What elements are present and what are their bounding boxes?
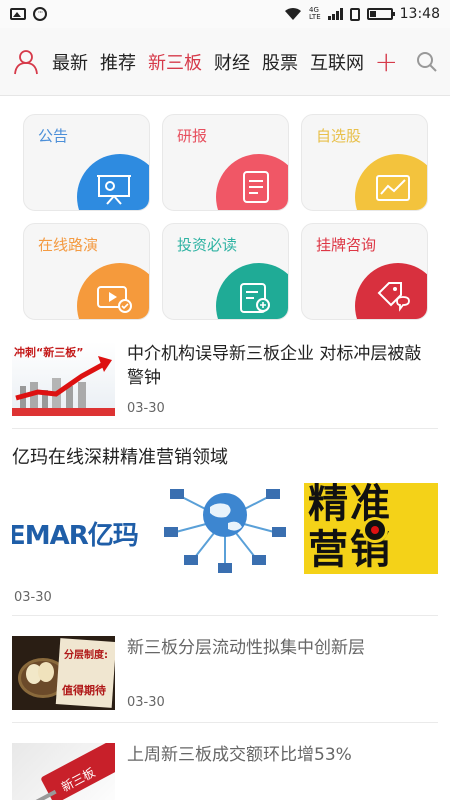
presentation-icon bbox=[97, 175, 131, 205]
wifi-icon bbox=[285, 7, 301, 20]
research-reports-card[interactable]: 研报 bbox=[162, 114, 289, 211]
news-item[interactable]: 新三板 上周新三板成交额环比增53% 03-29 bbox=[12, 723, 438, 800]
user-icon bbox=[14, 49, 38, 74]
card-label: 公告 bbox=[38, 127, 69, 145]
investment-guide-card[interactable]: 投资必读 bbox=[162, 223, 289, 320]
tab-latest[interactable]: 最新 bbox=[52, 49, 88, 75]
news-image-row: EMAR亿玛 精准 营销 bbox=[12, 483, 438, 574]
top-nav: 最新 推荐 新三板 财经 股票 互联网 + bbox=[0, 28, 450, 96]
search-icon[interactable] bbox=[416, 51, 438, 73]
news-item[interactable]: 冲刺“新三板” 中介机构误导新三板企业 对标冲层被敲警钟 03-30 bbox=[12, 328, 438, 429]
plus-icon[interactable]: + bbox=[375, 47, 398, 76]
chart-icon bbox=[376, 175, 410, 201]
news-item[interactable]: 分层制度: 值得期待 新三板分层流动性拟集中创新层 03-30 bbox=[12, 616, 438, 723]
signal-icon bbox=[327, 8, 343, 20]
tab-internet[interactable]: 互联网 bbox=[310, 49, 364, 75]
news-image: EMAR亿玛 bbox=[12, 483, 146, 574]
news-title: 新三板分层流动性拟集中创新层 bbox=[127, 638, 365, 658]
news-thumbnail: 新三板 bbox=[12, 743, 115, 800]
news-thumbnail: 冲刺“新三板” bbox=[12, 342, 115, 416]
online-roadshow-card[interactable]: 在线路演 bbox=[23, 223, 150, 320]
message-notification-icon: ··· bbox=[33, 7, 47, 21]
news-date: 03-30 bbox=[127, 695, 165, 710]
video-icon bbox=[97, 286, 132, 313]
card-label: 研报 bbox=[177, 127, 208, 145]
news-image: 精准 营销 bbox=[304, 483, 438, 574]
card-label: 在线路演 bbox=[38, 236, 99, 254]
battery-icon bbox=[366, 8, 395, 20]
feature-grid: 公告 研报 自选股 在线路演 投资必读 挂牌咨询 bbox=[23, 114, 428, 320]
document-icon bbox=[243, 171, 269, 203]
status-time: 13:48 bbox=[399, 6, 440, 22]
news-date: 03-30 bbox=[14, 590, 52, 605]
news-feed: 冲刺“新三板” 中介机构误导新三板企业 对标冲层被敲警钟 03-30 亿玛在线深… bbox=[0, 328, 450, 800]
tab-recommended[interactable]: 推荐 bbox=[100, 49, 136, 75]
news-date: 03-30 bbox=[127, 401, 165, 416]
tab-finance[interactable]: 财经 bbox=[214, 49, 250, 75]
sim-icon bbox=[349, 7, 360, 21]
watchlist-card[interactable]: 自选股 bbox=[301, 114, 428, 211]
network-type-label: 4G LTE bbox=[309, 6, 321, 21]
gallery-notification-icon bbox=[10, 8, 26, 20]
tab-new-third-board[interactable]: 新三板 bbox=[148, 49, 202, 75]
channel-tabs: 最新 推荐 新三板 财经 股票 互联网 bbox=[52, 49, 369, 75]
user-button[interactable] bbox=[0, 49, 52, 75]
news-title: 亿玛在线深耕精准营销领域 bbox=[12, 447, 228, 468]
reading-icon bbox=[240, 283, 270, 313]
tab-stocks[interactable]: 股票 bbox=[262, 49, 298, 75]
card-label: 挂牌咨询 bbox=[316, 236, 377, 254]
listing-consultation-card[interactable]: 挂牌咨询 bbox=[301, 223, 428, 320]
card-label: 自选股 bbox=[316, 127, 362, 145]
news-title: 上周新三板成交额环比增53% bbox=[127, 745, 352, 765]
news-title: 中介机构误导新三板企业 对标冲层被敲警钟 bbox=[127, 344, 422, 388]
tag-chat-icon bbox=[377, 282, 410, 312]
status-bar: ··· 4G LTE 13:48 bbox=[0, 0, 450, 28]
news-thumbnail: 分层制度: 值得期待 bbox=[12, 636, 115, 710]
news-item[interactable]: 亿玛在线深耕精准营销领域 EMAR亿玛 精准 营销 03-30 bbox=[12, 429, 438, 616]
card-label: 投资必读 bbox=[177, 236, 238, 254]
news-image bbox=[158, 483, 292, 574]
feature-grid-section: 公告 研报 自选股 在线路演 投资必读 挂牌咨询 bbox=[0, 96, 450, 328]
announcements-card[interactable]: 公告 bbox=[23, 114, 150, 211]
